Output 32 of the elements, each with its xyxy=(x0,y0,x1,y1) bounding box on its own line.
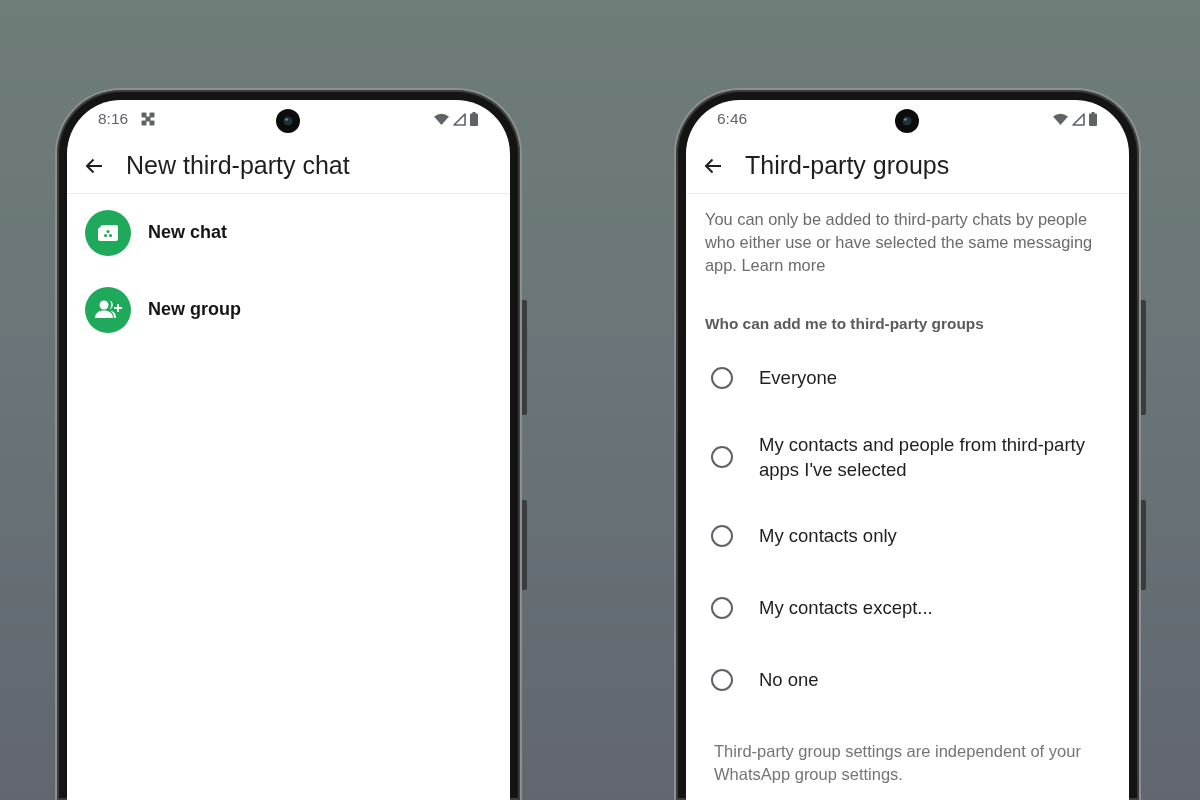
menu-item-label[interactable]: New chat xyxy=(148,222,228,243)
description-text: You can only be added to third-party chats by people who either use or have selected the same messaging app. Learn more xyxy=(705,209,1094,276)
battery-icon xyxy=(470,112,478,126)
status-time: 6:46 xyxy=(717,110,748,128)
wifi-icon xyxy=(1053,113,1068,125)
radio-button[interactable] xyxy=(711,446,733,468)
back-arrow-icon[interactable] xyxy=(704,157,722,174)
signal-icon xyxy=(453,112,466,126)
learn-more-link[interactable]: Learn more xyxy=(741,256,826,274)
screen-title: New third-party chat xyxy=(126,151,350,180)
section-heading: Who can add me to third-party groups xyxy=(705,314,985,334)
status-time: 8:16 xyxy=(98,110,129,128)
people-plus-icon xyxy=(85,286,131,333)
radio-button[interactable] xyxy=(711,597,733,619)
option-label[interactable]: My contacts except... xyxy=(759,595,933,621)
option-label[interactable]: My contacts only xyxy=(759,523,897,549)
battery-icon xyxy=(1089,112,1097,126)
radio-button[interactable] xyxy=(711,367,733,389)
back-arrow-icon[interactable] xyxy=(85,157,103,174)
footnote-text: Third-party group settings are independent of your WhatsApp group settings. xyxy=(714,741,1082,785)
radio-button[interactable] xyxy=(711,669,733,691)
wifi-icon xyxy=(434,113,449,125)
signal-icon xyxy=(1072,112,1085,126)
option-label[interactable]: Everyone xyxy=(759,365,838,391)
menu-item-label[interactable]: New group xyxy=(148,299,241,320)
chat-box-icon xyxy=(85,209,131,256)
camera-cutout-icon xyxy=(895,109,919,133)
option-label[interactable]: My contacts and people from third-party apps I've selected xyxy=(759,431,1105,483)
camera-cutout-icon xyxy=(276,109,300,133)
option-label[interactable]: No one xyxy=(759,667,819,693)
radio-button[interactable] xyxy=(711,525,733,547)
screen-title: Third-party groups xyxy=(745,151,950,180)
